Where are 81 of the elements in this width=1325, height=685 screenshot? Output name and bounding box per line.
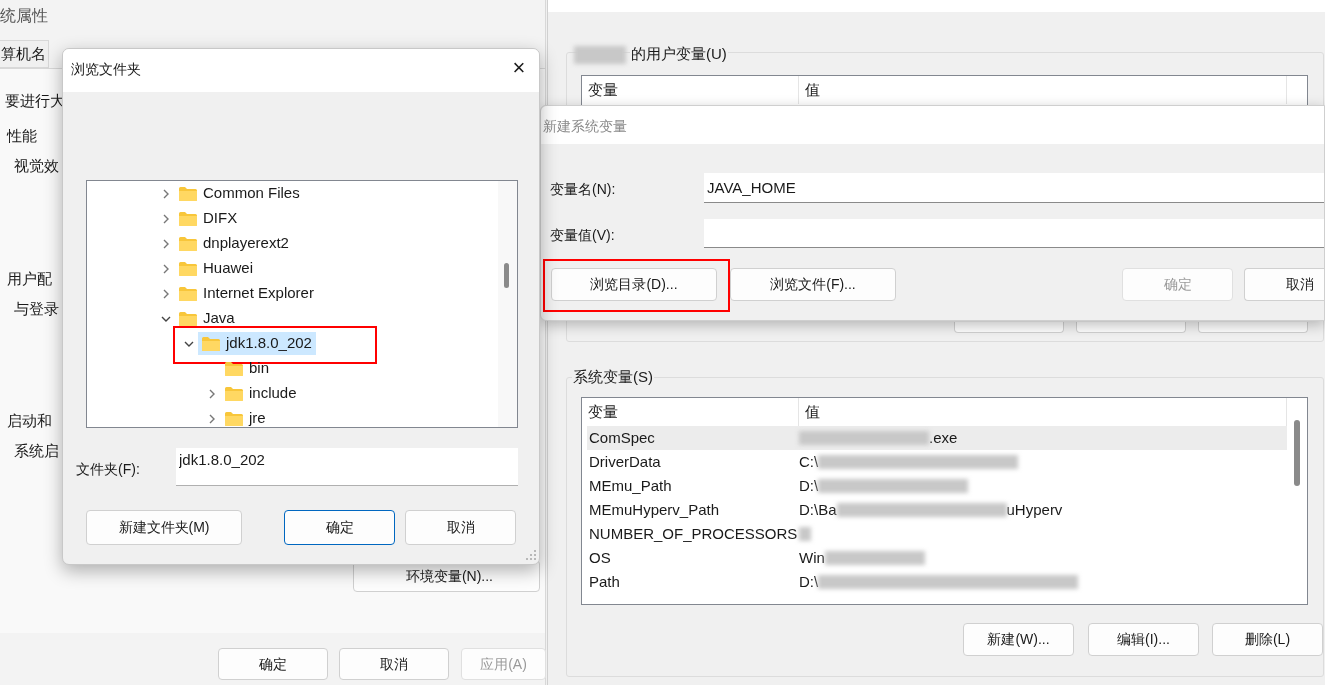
tree-item[interactable]: bin bbox=[221, 357, 274, 380]
chevron-right-icon[interactable] bbox=[207, 388, 217, 399]
folder-icon bbox=[224, 410, 244, 427]
table-cell-text: ComSpec bbox=[588, 427, 656, 448]
tree-item[interactable]: jdk1.8.0_202 bbox=[198, 332, 316, 355]
label: 系统启 bbox=[14, 441, 59, 461]
table-cell-text: D:\ bbox=[799, 475, 819, 496]
folder-icon bbox=[178, 210, 198, 227]
field-label: 文件夹(F): bbox=[76, 460, 140, 479]
table-cell-text: OS bbox=[588, 547, 612, 568]
folder-icon bbox=[178, 185, 198, 202]
table-cell-text: Path bbox=[588, 571, 621, 592]
close-button[interactable]: × bbox=[507, 55, 531, 81]
input-field[interactable]: JAVA_HOME bbox=[704, 173, 1324, 203]
field-label: 变量名(N): bbox=[550, 180, 616, 199]
button[interactable]: 新建文件夹(M) bbox=[86, 510, 242, 545]
chevron-right-icon[interactable] bbox=[161, 213, 171, 224]
tree-item[interactable]: DIFX bbox=[175, 207, 242, 230]
table-cell-text: D:\ bbox=[799, 571, 819, 592]
folder-icon bbox=[178, 235, 198, 252]
tree-item[interactable]: Internet Explorer bbox=[175, 282, 318, 305]
button[interactable]: 确定 bbox=[284, 510, 395, 545]
dialog-title: 浏览文件夹 bbox=[71, 60, 141, 79]
table-cell-text: NUMBER_OF_PROCESSORS bbox=[588, 523, 799, 544]
blurred-value bbox=[574, 46, 626, 64]
button[interactable]: 删除(L) bbox=[1212, 623, 1323, 656]
folder-icon bbox=[178, 285, 198, 302]
table-cell-text: uHyperv bbox=[1006, 499, 1063, 520]
tree-item[interactable]: Common Files bbox=[175, 182, 304, 205]
button[interactable]: 新建(W)... bbox=[963, 623, 1074, 656]
list-row[interactable]: ComSpec .exe bbox=[587, 426, 1287, 450]
button[interactable]: 取消 bbox=[339, 648, 449, 680]
chevron-right-icon[interactable] bbox=[207, 413, 217, 424]
blurred-value bbox=[799, 527, 811, 541]
label: 与登录 bbox=[14, 299, 59, 319]
table-cell-text: MEmuHyperv_Path bbox=[588, 499, 721, 520]
resize-grip-icon[interactable] bbox=[525, 549, 537, 561]
scrollbar-thumb[interactable] bbox=[1294, 420, 1300, 486]
window-title: 统属性 bbox=[0, 6, 48, 26]
table-cell-text: D:\Ba bbox=[799, 499, 837, 520]
button[interactable]: 确定 bbox=[218, 648, 328, 680]
input-field[interactable]: jdk1.8.0_202 bbox=[176, 448, 518, 486]
list-row[interactable]: MEmu_Path D:\ bbox=[587, 474, 1287, 498]
field-label: 变量值(V): bbox=[550, 226, 615, 245]
dialog-title: 新建系统变量 bbox=[543, 117, 627, 136]
list-row[interactable]: MEmuHyperv_Path D:\Ba uHyperv bbox=[587, 498, 1287, 522]
tree-item[interactable]: dnplayerext2 bbox=[175, 232, 293, 255]
input-field[interactable] bbox=[704, 219, 1324, 248]
tree-item[interactable]: Huawei bbox=[175, 257, 258, 280]
list-row[interactable]: Path D:\ bbox=[587, 570, 1287, 594]
label: 视觉效 bbox=[14, 156, 59, 176]
table-cell-text: C:\ bbox=[799, 451, 819, 472]
folder-icon bbox=[201, 335, 221, 352]
scrollbar-thumb[interactable] bbox=[504, 263, 509, 288]
button[interactable]: 取消 bbox=[1244, 268, 1324, 301]
tree-item[interactable]: Java bbox=[175, 307, 239, 330]
button[interactable]: 编辑(I)... bbox=[1088, 623, 1199, 656]
chevron-right-icon[interactable] bbox=[161, 263, 171, 274]
button[interactable]: 浏览目录(D)... bbox=[551, 268, 717, 301]
table-cell-text: MEmu_Path bbox=[588, 475, 673, 496]
folder-icon bbox=[224, 360, 244, 377]
tab[interactable]: 算机名 bbox=[0, 40, 49, 68]
label: 性能 bbox=[7, 126, 37, 146]
list-row[interactable]: OS Win bbox=[587, 546, 1287, 570]
list-row[interactable]: NUMBER_OF_PROCESSORS bbox=[587, 522, 1287, 546]
chevron-right-icon[interactable] bbox=[161, 288, 171, 299]
folder-icon bbox=[178, 310, 198, 327]
folder-icon bbox=[224, 385, 244, 402]
table-cell-text: DriverData bbox=[588, 451, 662, 472]
folder-icon bbox=[178, 260, 198, 277]
chevron-right-icon[interactable] bbox=[161, 188, 171, 199]
button[interactable]: 取消 bbox=[405, 510, 516, 545]
table-cell-text: .exe bbox=[929, 427, 958, 448]
tree-item[interactable]: include bbox=[221, 382, 301, 405]
tree-item[interactable]: jre bbox=[221, 407, 270, 427]
button[interactable]: 浏览文件(F)... bbox=[730, 268, 896, 301]
table-cell-text: Win bbox=[799, 547, 825, 568]
label: 启动和 bbox=[7, 411, 52, 431]
list-row[interactable]: DriverData C:\ bbox=[587, 450, 1287, 474]
label: 用户配 bbox=[7, 269, 52, 289]
chevron-right-icon[interactable] bbox=[161, 238, 171, 249]
